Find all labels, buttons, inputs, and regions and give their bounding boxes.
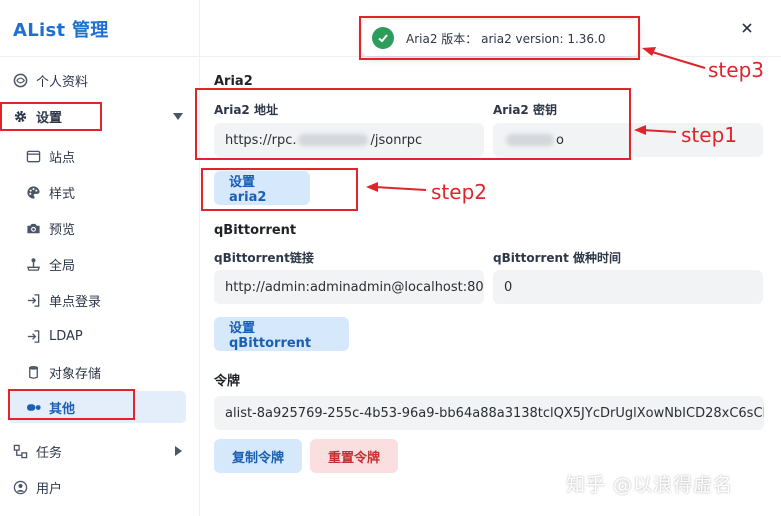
watermark: 知乎 @以浪得虚名	[566, 474, 734, 496]
sidebar-item-ldap[interactable]: LDAP	[8, 320, 186, 352]
qbittorrent-seed-time-input[interactable]: 0	[493, 270, 763, 304]
sidebar-item-label: 对象存储	[49, 366, 102, 382]
aria2-section-title: Aria2	[214, 74, 253, 89]
copy-token-button[interactable]: 复制令牌	[214, 439, 302, 473]
sidebar-item-label: 单点登录	[49, 294, 102, 310]
close-icon[interactable]	[740, 21, 754, 35]
qbittorrent-section-title: qBittorrent	[214, 223, 297, 238]
annotation-box-step2	[201, 168, 358, 211]
sidebar-item-label: 预览	[49, 222, 76, 238]
camera-icon	[25, 220, 41, 236]
app-title: AList 管理	[13, 20, 109, 41]
sidebar-item-label: 个人资料	[36, 74, 89, 90]
sidebar-item-site[interactable]: 站点	[8, 140, 186, 172]
storage-icon	[25, 364, 41, 380]
annotation-box-step1	[195, 88, 631, 160]
sidebar-item-label: 全局	[49, 258, 76, 274]
token-input[interactable]: alist-8a925769-255c-4b53-96a9-bb64a88a31…	[214, 396, 764, 430]
annotation-box-settings	[0, 102, 102, 131]
token-section-title: 令牌	[214, 374, 241, 389]
login-icon	[25, 292, 41, 308]
sidebar-item-profile[interactable]: 个人资料	[8, 64, 186, 96]
sidebar-item-label: 样式	[49, 186, 76, 202]
qbittorrent-url-input[interactable]: http://admin:adminadmin@localhost:8080/	[214, 270, 484, 304]
caret-down-icon[interactable]	[172, 110, 184, 122]
login-icon	[25, 328, 41, 344]
annotation-box-step3	[359, 16, 640, 60]
user-icon	[12, 479, 28, 495]
qbittorrent-seed-time-label: qBittorrent 做种时间	[493, 251, 621, 265]
sidebar-item-preview[interactable]: 预览	[8, 212, 186, 244]
caret-right-icon[interactable]	[172, 445, 184, 457]
sidebar-item-users[interactable]: 用户	[8, 471, 186, 503]
step3-label: step3	[708, 58, 764, 82]
set-qbittorrent-button[interactable]: 设置 qBittorrent	[214, 317, 349, 351]
site-icon	[25, 148, 41, 164]
sidebar-item-global[interactable]: 全局	[8, 248, 186, 280]
qbittorrent-url-label: qBittorrent链接	[214, 251, 314, 265]
sidebar-item-label: LDAP	[49, 328, 83, 344]
profile-icon	[12, 72, 28, 88]
sidebar-item-label: 任务	[36, 445, 63, 461]
annotation-box-other	[8, 389, 135, 420]
joystick-icon	[25, 256, 41, 272]
sidebar-item-sso[interactable]: 单点登录	[8, 284, 186, 316]
reset-token-button[interactable]: 重置令牌	[310, 439, 398, 473]
sidebar: AList 管理 个人资料 设置 站点 样式 预览 全局 单点登录 LDAP 对…	[0, 0, 200, 516]
sidebar-item-tasks[interactable]: 任务	[8, 435, 186, 467]
step2-label: step2	[431, 180, 487, 204]
sidebar-item-label: 站点	[49, 150, 76, 166]
sidebar-item-object-storage[interactable]: 对象存储	[8, 356, 186, 388]
palette-icon	[25, 184, 41, 200]
sidebar-item-label: 用户	[36, 481, 63, 497]
task-icon	[12, 443, 28, 459]
step1-label: step1	[681, 123, 737, 147]
sidebar-item-style[interactable]: 样式	[8, 176, 186, 208]
